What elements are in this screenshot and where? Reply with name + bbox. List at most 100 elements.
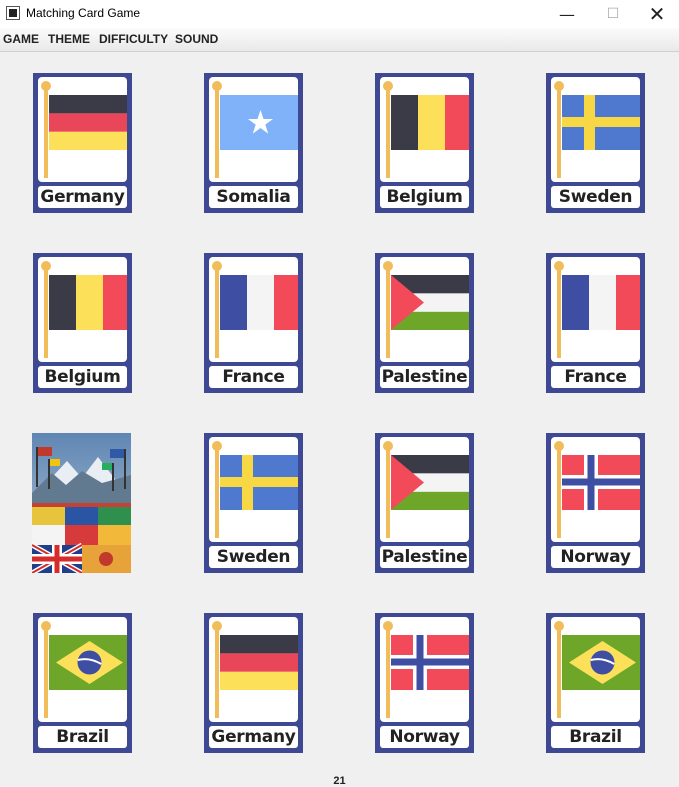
card-label: France <box>209 366 298 388</box>
card-flag-panel <box>380 77 469 182</box>
flag-pole <box>215 265 219 358</box>
card-label: Brazil <box>551 726 640 748</box>
card-flag-panel <box>209 437 298 542</box>
card-flag-panel <box>551 437 640 542</box>
flag-pole-top <box>554 621 564 631</box>
somalia-flag-icon <box>220 95 298 150</box>
card-flag-panel <box>551 257 640 362</box>
flag-pole <box>557 625 561 718</box>
card-flag-panel <box>551 617 640 722</box>
flag-pole-top <box>41 621 51 631</box>
flag-pole-top <box>554 81 564 91</box>
flag-pole <box>557 445 561 538</box>
card-palestine[interactable]: Palestine <box>375 433 474 573</box>
flag-pole <box>557 265 561 358</box>
sweden-flag-icon <box>220 455 298 510</box>
card-label: Sweden <box>209 546 298 568</box>
card-sweden[interactable]: Sweden <box>204 433 303 573</box>
flag-pole <box>386 625 390 718</box>
france-flag-icon <box>220 275 298 330</box>
app-icon <box>6 6 20 20</box>
card-norway[interactable]: Norway <box>546 433 645 573</box>
card-label: Belgium <box>380 186 469 208</box>
title-bar: Matching Card Game — ☐ ✕ <box>0 0 679 28</box>
norway-flag-icon <box>391 635 469 690</box>
card-flag-panel <box>551 77 640 182</box>
card-france[interactable]: France <box>546 253 645 393</box>
flag-pole <box>44 85 48 178</box>
flag-pole-top <box>212 81 222 91</box>
minimize-button[interactable]: — <box>544 0 590 28</box>
flag-pole-top <box>212 621 222 631</box>
card-label: Belgium <box>38 366 127 388</box>
flag-pole <box>215 445 219 538</box>
card-flag-panel <box>38 77 127 182</box>
belgium-flag-icon <box>49 275 127 330</box>
germany-flag-icon <box>220 635 298 690</box>
flag-pole <box>557 85 561 178</box>
card-flag-panel <box>209 77 298 182</box>
card-flag-panel <box>38 257 127 362</box>
menu-theme[interactable]: THEME <box>48 32 90 46</box>
card-somalia[interactable]: Somalia <box>204 73 303 213</box>
norway-flag-icon <box>562 455 640 510</box>
card-belgium[interactable]: Belgium <box>33 253 132 393</box>
flag-pole <box>386 445 390 538</box>
card-label: Somalia <box>209 186 298 208</box>
window-title: Matching Card Game <box>26 6 141 20</box>
card-flag-panel <box>209 617 298 722</box>
card-flag-panel <box>38 617 127 722</box>
card-label: Germany <box>209 726 298 748</box>
france-flag-icon <box>562 275 640 330</box>
card-label: Palestine <box>380 366 469 388</box>
flag-pole-top <box>383 261 393 271</box>
card-label: Sweden <box>551 186 640 208</box>
palestine-flag-icon <box>391 275 469 330</box>
menu-bar: GAME THEME DIFFICULTY SOUND <box>0 28 679 52</box>
flag-pole <box>386 265 390 358</box>
card-back-image <box>32 433 131 573</box>
card-face-down[interactable] <box>32 433 131 573</box>
palestine-flag-icon <box>391 455 469 510</box>
flag-pole <box>44 265 48 358</box>
menu-game[interactable]: GAME <box>3 32 39 46</box>
score-counter: 21 <box>333 775 346 787</box>
card-palestine[interactable]: Palestine <box>375 253 474 393</box>
card-sweden[interactable]: Sweden <box>546 73 645 213</box>
card-label: France <box>551 366 640 388</box>
card-germany[interactable]: Germany <box>204 613 303 753</box>
germany-flag-icon <box>49 95 127 150</box>
flag-pole-top <box>383 621 393 631</box>
card-flag-panel <box>209 257 298 362</box>
flag-pole-top <box>212 441 222 451</box>
menu-difficulty[interactable]: DIFFICULTY <box>99 32 168 46</box>
card-label: Palestine <box>380 546 469 568</box>
menu-sound[interactable]: SOUND <box>175 32 218 46</box>
flag-pole-top <box>554 261 564 271</box>
belgium-flag-icon <box>391 95 469 150</box>
card-germany[interactable]: Germany <box>33 73 132 213</box>
brazil-flag-icon <box>562 635 640 690</box>
flag-pole <box>215 625 219 718</box>
flag-pole <box>215 85 219 178</box>
card-brazil[interactable]: Brazil <box>546 613 645 753</box>
flag-pole-top <box>383 441 393 451</box>
card-france[interactable]: France <box>204 253 303 393</box>
card-flag-panel <box>380 437 469 542</box>
maximize-button[interactable]: ☐ <box>590 0 636 28</box>
flag-pole-top <box>212 261 222 271</box>
card-label: Norway <box>551 546 640 568</box>
close-button[interactable]: ✕ <box>634 0 679 28</box>
card-flag-panel <box>380 617 469 722</box>
card-belgium[interactable]: Belgium <box>375 73 474 213</box>
card-label: Norway <box>380 726 469 748</box>
card-brazil[interactable]: Brazil <box>33 613 132 753</box>
flag-pole-top <box>41 261 51 271</box>
card-norway[interactable]: Norway <box>375 613 474 753</box>
card-label: Brazil <box>38 726 127 748</box>
flag-pole-top <box>383 81 393 91</box>
sweden-flag-icon <box>562 95 640 150</box>
flag-pole <box>386 85 390 178</box>
card-flag-panel <box>380 257 469 362</box>
brazil-flag-icon <box>49 635 127 690</box>
